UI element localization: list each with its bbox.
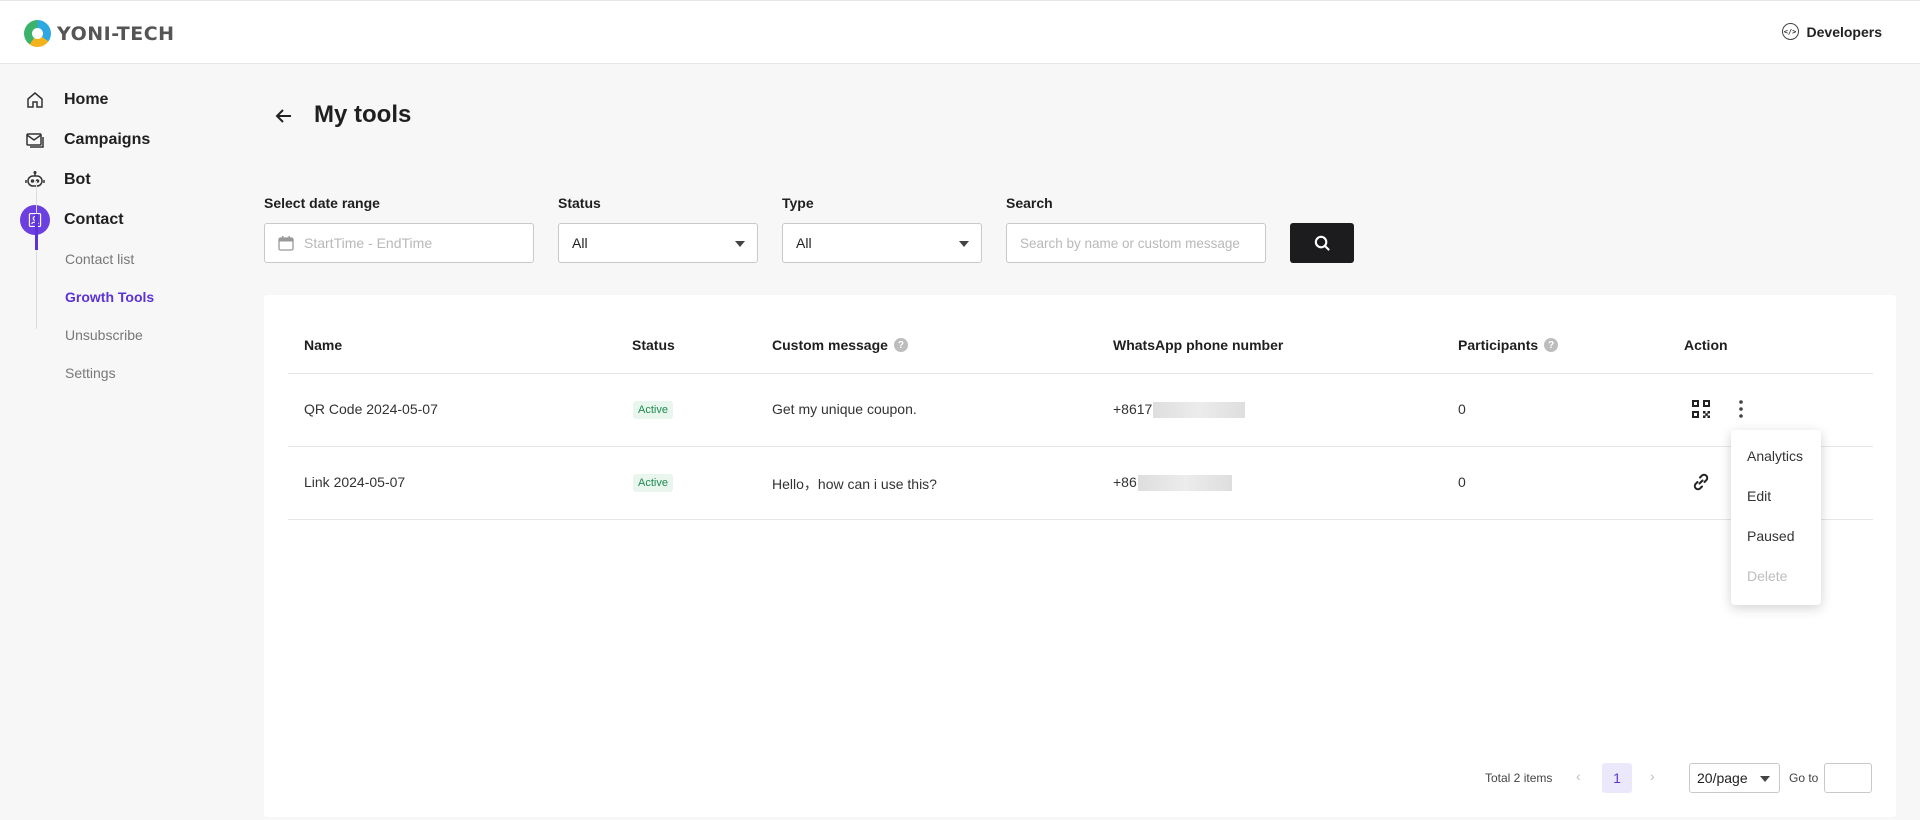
page-size-value: 20/page [1697, 770, 1748, 786]
row-name: QR Code 2024-05-07 [304, 401, 438, 417]
date-range-placeholder: StartTime - EndTime [304, 235, 433, 251]
status-select[interactable]: All [558, 223, 758, 263]
page-title: My tools [314, 101, 412, 128]
tools-table-card: Name Status Custom message? WhatsApp pho… [264, 295, 1896, 817]
row-name: Link 2024-05-07 [304, 474, 406, 490]
home-icon [20, 85, 50, 115]
sidebar-item-label: Bot [64, 171, 91, 188]
next-page-icon[interactable]: › [1650, 768, 1655, 784]
search-button[interactable] [1290, 223, 1354, 263]
row-participants: 0 [1458, 401, 1466, 417]
goto-label: Go to [1789, 771, 1819, 785]
caret-down-icon [1760, 776, 1770, 782]
type-select-value: All [796, 235, 812, 251]
row-participants: 0 [1458, 474, 1466, 490]
active-indicator [35, 214, 38, 250]
caret-down-icon [735, 241, 745, 247]
search-icon [1314, 235, 1330, 251]
bot-icon [20, 165, 50, 195]
status-badge: Active [633, 474, 673, 492]
column-header-status: Status [632, 337, 675, 353]
sidebar-subitem-settings[interactable]: Settings [65, 363, 116, 383]
pagination-total: Total 2 items [1485, 771, 1553, 785]
page-number-button[interactable]: 1 [1602, 763, 1632, 793]
status-badge: Active [633, 401, 673, 419]
calendar-icon [278, 236, 294, 251]
caret-down-icon [959, 241, 969, 247]
more-options-icon[interactable] [1729, 397, 1753, 421]
developers-label: Developers [1806, 23, 1882, 40]
row-message: Hello，how can i use this? [772, 476, 937, 492]
column-header-custom-message: Custom message? [772, 337, 908, 353]
type-select[interactable]: All [782, 223, 982, 263]
menu-item-edit[interactable]: Edit [1747, 488, 1771, 504]
status-filter-label: Status [558, 195, 601, 211]
header-divider [288, 373, 1873, 374]
row-message: Get my unique coupon. [772, 401, 917, 417]
sidebar-item-label: Contact [64, 211, 124, 228]
search-label: Search [1006, 195, 1053, 211]
submenu-divider [36, 181, 37, 329]
sidebar-item-bot[interactable]: Bot [20, 165, 91, 195]
row-phone: +8617 [1113, 401, 1246, 419]
date-range-label: Select date range [264, 195, 380, 211]
developers-link[interactable]: </> Developers [1781, 23, 1882, 40]
date-range-picker[interactable]: StartTime - EndTime [264, 223, 534, 263]
row-divider [288, 519, 1873, 520]
sidebar-subitem-unsubscribe[interactable]: Unsubscribe [65, 325, 143, 345]
sidebar-item-campaigns[interactable]: Campaigns [20, 125, 150, 155]
logo-mark-icon [24, 20, 51, 47]
menu-item-paused[interactable]: Paused [1747, 528, 1794, 544]
link-icon[interactable] [1689, 470, 1713, 494]
back-arrow-icon[interactable] [272, 104, 296, 128]
logo-text: YONI-TECH [57, 22, 175, 45]
column-header-phone: WhatsApp phone number [1113, 337, 1284, 353]
row-actions-menu: Analytics Edit Paused Delete [1731, 430, 1821, 605]
prev-page-icon[interactable]: ‹ [1576, 768, 1581, 784]
campaigns-icon [20, 125, 50, 155]
search-placeholder: Search by name or custom message [1020, 235, 1240, 251]
menu-item-analytics[interactable]: Analytics [1747, 448, 1803, 464]
top-header: YONI-TECH </> Developers [0, 0, 1920, 64]
code-icon: </> [1781, 23, 1799, 40]
goto-page-input[interactable] [1824, 763, 1872, 793]
status-select-value: All [572, 235, 588, 251]
sidebar-item-label: Home [64, 91, 109, 108]
qr-code-icon[interactable] [1689, 397, 1713, 421]
type-filter-label: Type [782, 195, 814, 211]
logo[interactable]: YONI-TECH [24, 20, 175, 47]
page-size-select[interactable]: 20/page [1689, 763, 1780, 793]
sidebar-subitem-growth-tools[interactable]: Growth Tools [65, 287, 154, 307]
sidebar-item-label: Campaigns [64, 131, 151, 148]
sidebar-subitem-contact-list[interactable]: Contact list [65, 249, 134, 269]
redacted-block [1137, 475, 1232, 492]
sidebar-item-home[interactable]: Home [20, 85, 108, 115]
search-input[interactable]: Search by name or custom message [1006, 223, 1266, 263]
redacted-block [1153, 402, 1246, 419]
help-icon[interactable]: ? [1544, 338, 1559, 352]
column-header-participants: Participants? [1458, 337, 1559, 353]
menu-item-delete: Delete [1747, 568, 1788, 584]
row-phone: +86 [1113, 474, 1232, 492]
column-header-name: Name [304, 337, 343, 353]
help-icon[interactable]: ? [893, 338, 908, 352]
column-header-action: Action [1684, 337, 1728, 353]
sidebar: Home Campaigns Bot Contact [0, 65, 230, 820]
row-divider [288, 446, 1873, 447]
